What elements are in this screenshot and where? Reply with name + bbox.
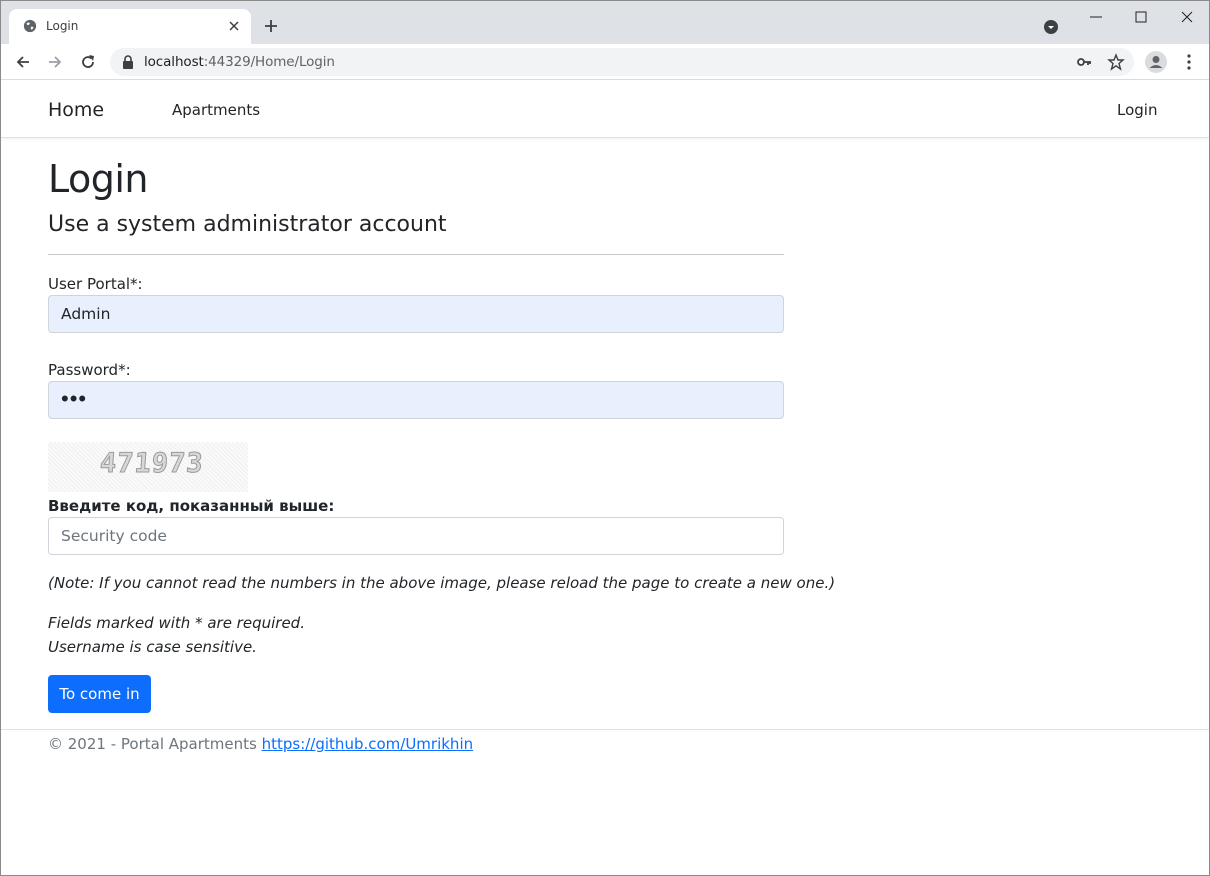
user-portal-input[interactable] (48, 295, 784, 333)
nav-link-login[interactable]: Login (1117, 101, 1157, 119)
footer: © 2021 - Portal Apartments https://githu… (1, 729, 1209, 759)
captcha-image: 471973 (48, 442, 248, 492)
security-code-input[interactable] (48, 517, 784, 555)
minimize-icon[interactable] (1088, 9, 1104, 25)
browser-window: Login localhost:44329/Home/Login Home Ap… (0, 0, 1210, 876)
navbar: Home Apartments Login (1, 81, 1209, 138)
url-host: localhost (144, 54, 204, 70)
user-portal-label: User Portal*: (48, 275, 143, 293)
case-sensitive-note: Username is case sensitive. (48, 638, 257, 656)
address-bar[interactable]: localhost:44329/Home/Login (110, 48, 1134, 76)
browser-toolbar: localhost:44329/Home/Login (1, 44, 1209, 80)
key-icon[interactable] (1076, 54, 1092, 70)
page-subtitle: Use a system administrator account (48, 212, 447, 237)
globe-icon (23, 19, 37, 33)
maximize-icon[interactable] (1133, 9, 1149, 25)
nav-brand-home[interactable]: Home (48, 99, 104, 121)
reload-icon[interactable] (79, 53, 97, 71)
password-label: Password*: (48, 361, 131, 379)
url-text[interactable]: localhost:44329/Home/Login (144, 54, 335, 70)
star-icon[interactable] (1107, 53, 1125, 71)
tab-strip: Login (1, 1, 1209, 44)
kebab-menu-icon[interactable] (1181, 53, 1197, 71)
footer-copyright: © 2021 - Portal Apartments (48, 735, 262, 753)
tab-login[interactable]: Login (9, 9, 251, 44)
submit-button[interactable]: To come in (48, 675, 151, 713)
window-close-icon[interactable] (1179, 9, 1195, 25)
arrow-left-icon[interactable] (14, 53, 32, 71)
lock-icon[interactable] (122, 55, 134, 69)
close-icon[interactable] (227, 19, 241, 33)
profile-icon[interactable] (1144, 50, 1168, 74)
plus-icon[interactable] (263, 18, 279, 34)
nav-link-apartments[interactable]: Apartments (172, 101, 260, 119)
divider (48, 254, 784, 255)
required-fields-note: Fields marked with * are required. (48, 614, 305, 632)
url-path: :44329/Home/Login (203, 54, 335, 70)
footer-text: © 2021 - Portal Apartments https://githu… (48, 735, 473, 753)
security-code-label: Введите код, показанный выше: (48, 497, 335, 515)
password-input[interactable] (48, 381, 784, 419)
tab-search-icon[interactable] (1043, 19, 1059, 35)
captcha-note: (Note: If you cannot read the numbers in… (48, 574, 836, 592)
page-title: Login (48, 157, 149, 201)
footer-github-link[interactable]: https://github.com/Umrikhin (262, 735, 474, 753)
captcha-code: 471973 (98, 448, 205, 480)
arrow-right-icon[interactable] (46, 53, 64, 71)
tab-title: Login (46, 19, 79, 33)
page-content: Home Apartments Login Login Use a system… (1, 81, 1209, 875)
